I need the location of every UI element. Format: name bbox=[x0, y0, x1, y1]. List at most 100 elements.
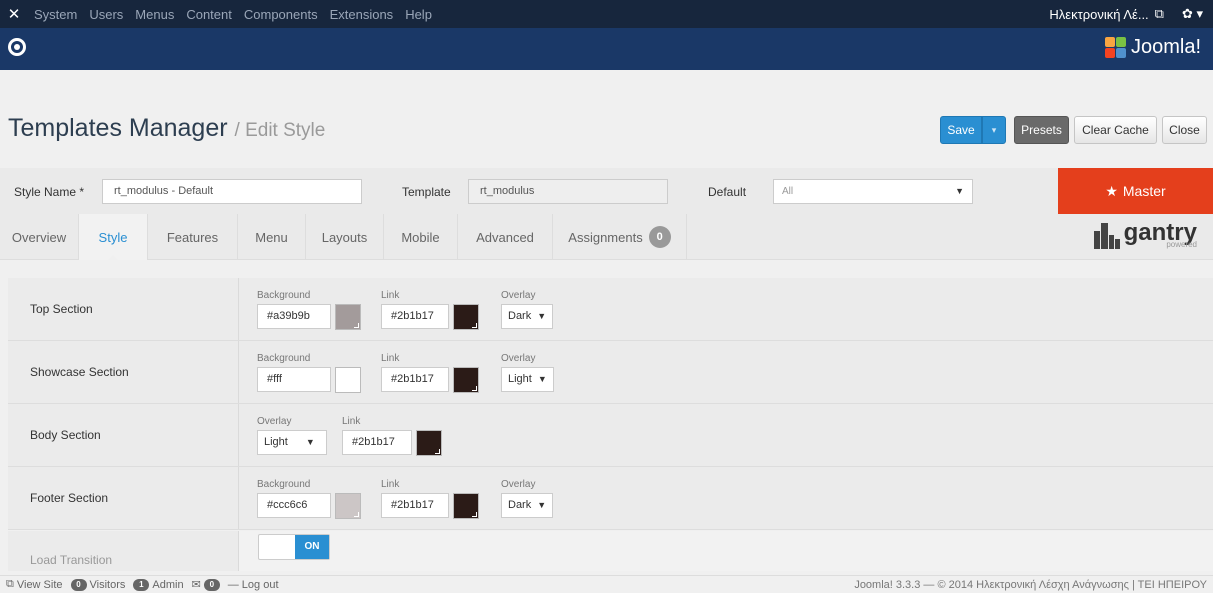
menu-system[interactable]: System bbox=[28, 7, 83, 22]
overlay-select[interactable]: Light ▼ bbox=[501, 367, 554, 392]
menu-content[interactable]: Content bbox=[180, 7, 238, 22]
link-color-input[interactable]: #2b1b17 bbox=[381, 493, 449, 518]
master-label: Master bbox=[1122, 183, 1166, 199]
overlay-group: Overlay Light ▼ bbox=[501, 353, 554, 392]
overlay-label: Overlay bbox=[501, 290, 536, 301]
chevron-down-icon: ▼ bbox=[537, 500, 547, 510]
view-site-label: View Site bbox=[16, 578, 63, 591]
template-label: Template bbox=[402, 185, 451, 199]
tab-overview[interactable]: Overview bbox=[0, 214, 79, 260]
overlay-label: Overlay bbox=[257, 416, 292, 427]
row-label: Body Section bbox=[8, 404, 239, 466]
link-group: Link #2b1b17 bbox=[381, 290, 479, 330]
joomla-logo-icon bbox=[1104, 36, 1127, 59]
assignments-count-badge: 0 bbox=[648, 226, 671, 248]
save-dropdown-button[interactable]: ▾ bbox=[982, 116, 1006, 144]
admin-navbar: ✕ System Users Menus Content Components … bbox=[0, 0, 1213, 28]
view-site-link[interactable]: ⧉ View Site bbox=[6, 578, 63, 591]
tab-layouts[interactable]: Layouts bbox=[306, 214, 384, 260]
link-color-input[interactable]: #2b1b17 bbox=[381, 367, 449, 392]
clear-cache-button[interactable]: Clear Cache bbox=[1074, 116, 1157, 144]
joomla-small-logo-icon[interactable]: ✕ bbox=[0, 0, 28, 28]
default-select[interactable]: All ▼ bbox=[773, 179, 973, 204]
page-title: Templates Manager / Edit Style bbox=[8, 114, 325, 143]
tab-label: Layouts bbox=[321, 229, 368, 245]
menu-help[interactable]: Help bbox=[399, 7, 438, 22]
row-controls: Overlay Light ▼ Link #2b1b17 bbox=[239, 404, 1213, 466]
tab-style[interactable]: Style bbox=[79, 214, 148, 261]
site-name-link[interactable]: Ηλεκτρονική Λέ... bbox=[1049, 7, 1148, 22]
tab-advanced[interactable]: Advanced bbox=[458, 214, 553, 260]
tab-mobile[interactable]: Mobile bbox=[384, 214, 458, 260]
logout-link[interactable]: — Log out bbox=[228, 579, 279, 591]
save-button[interactable]: Save bbox=[940, 116, 982, 144]
messages-count-badge: 0 bbox=[203, 578, 220, 591]
tab-menu[interactable]: Menu bbox=[238, 214, 306, 260]
link-color-swatch[interactable] bbox=[453, 367, 479, 393]
menu-components[interactable]: Components bbox=[238, 7, 324, 22]
overlay-select[interactable]: Dark ▼ bbox=[501, 493, 554, 518]
settings-row-footer-section: Footer Section Background #ccc6c6 Link #… bbox=[8, 467, 1213, 530]
load-transition-toggle[interactable]: ON bbox=[258, 534, 330, 560]
visitors-label: Visitors bbox=[89, 578, 126, 591]
row-label: Showcase Section bbox=[8, 341, 239, 403]
background-color-input[interactable]: #fff bbox=[257, 367, 331, 392]
background-color-swatch[interactable] bbox=[335, 304, 361, 330]
link-group: Link #2b1b17 bbox=[381, 353, 479, 393]
close-button[interactable]: Close bbox=[1162, 116, 1207, 144]
chevron-down-icon: ▼ bbox=[537, 311, 547, 321]
envelope-icon: ✉ bbox=[191, 579, 201, 591]
menu-users[interactable]: Users bbox=[83, 7, 129, 22]
logout-label: Log out bbox=[241, 578, 279, 591]
tab-features[interactable]: Features bbox=[148, 214, 238, 260]
style-form: Style Name * rt_modulus - Default Templa… bbox=[0, 168, 1213, 214]
page-title-text: Templates Manager bbox=[8, 114, 228, 142]
link-color-input[interactable]: #2b1b17 bbox=[342, 430, 412, 455]
link-color-swatch[interactable] bbox=[453, 304, 479, 330]
site-status-icon[interactable] bbox=[8, 38, 26, 56]
admin-label: Admin bbox=[152, 578, 184, 591]
presets-button[interactable]: Presets bbox=[1014, 116, 1069, 144]
default-label: Default bbox=[708, 185, 747, 199]
overlay-select[interactable]: Dark ▼ bbox=[501, 304, 554, 329]
external-link-icon[interactable]: ⧉ bbox=[1155, 6, 1164, 22]
overlay-select[interactable]: Light ▼ bbox=[257, 430, 327, 455]
link-color-swatch[interactable] bbox=[453, 493, 479, 519]
background-color-input[interactable]: #a39b9b bbox=[257, 304, 331, 329]
overlay-value: Dark bbox=[508, 310, 532, 322]
gear-icon[interactable]: ✿ ▾ bbox=[1182, 6, 1203, 22]
row-label: Top Section bbox=[8, 278, 239, 340]
style-name-label: Style Name * bbox=[14, 185, 85, 199]
background-color-input[interactable]: #ccc6c6 bbox=[257, 493, 331, 518]
default-select-value: All bbox=[782, 186, 794, 197]
joomla-brand-text: Joomla! bbox=[1130, 36, 1201, 58]
toggle-on-label: ON bbox=[295, 535, 329, 559]
background-color-swatch[interactable] bbox=[335, 367, 361, 393]
gantry-building-icon bbox=[1093, 222, 1120, 249]
link-color-swatch[interactable] bbox=[416, 430, 442, 456]
menu-extensions[interactable]: Extensions bbox=[324, 7, 400, 22]
menu-menus[interactable]: Menus bbox=[129, 7, 180, 22]
copyright-text: Joomla! 3.3.3 — © 2014 Ηλεκτρονική Λέσχη… bbox=[854, 578, 1207, 591]
overlay-label: Overlay bbox=[501, 479, 536, 490]
gantry-logo: gantry powered bbox=[1093, 221, 1197, 249]
admin-count-badge: 1 bbox=[133, 578, 150, 591]
background-color-swatch[interactable] bbox=[335, 493, 361, 519]
link-label: Link bbox=[381, 353, 400, 364]
background-label: Background bbox=[257, 290, 311, 301]
settings-row-top-section: Top Section Background #a39b9b Link #2b1… bbox=[8, 278, 1213, 341]
tab-label: Overview bbox=[11, 229, 67, 245]
navbar-right: Ηλεκτρονική Λέ... ⧉ ✿ ▾ bbox=[1049, 6, 1213, 22]
tab-bar: Overview Style Features Menu Layouts Mob… bbox=[0, 214, 1213, 261]
tab-assignments[interactable]: Assignments 0 bbox=[553, 214, 687, 260]
tab-label: Mobile bbox=[401, 229, 440, 245]
link-label: Link bbox=[381, 290, 400, 301]
messages-status[interactable]: ✉ 0 bbox=[192, 578, 220, 591]
admin-status: 1 Admin bbox=[133, 578, 184, 591]
joomla-brand: Joomla! bbox=[1104, 36, 1201, 59]
chevron-down-icon: ▼ bbox=[537, 374, 547, 384]
style-name-input[interactable]: rt_modulus - Default bbox=[102, 179, 362, 204]
tab-label: Features bbox=[166, 229, 219, 245]
link-color-input[interactable]: #2b1b17 bbox=[381, 304, 449, 329]
overlay-value: Light bbox=[508, 373, 532, 385]
